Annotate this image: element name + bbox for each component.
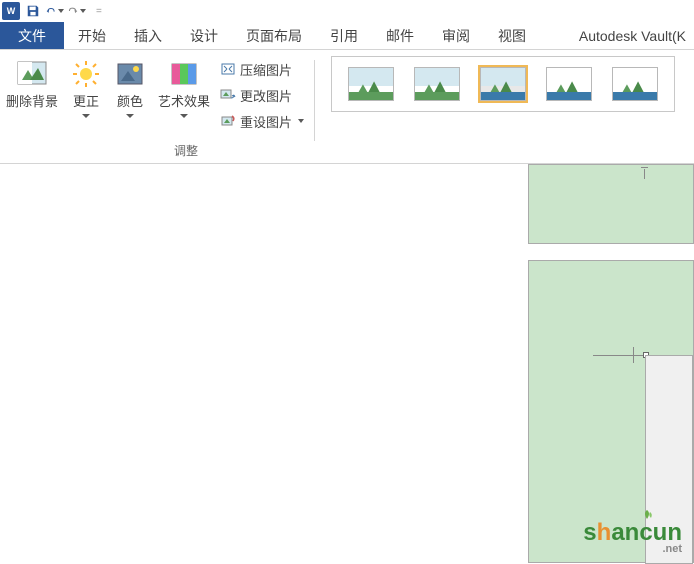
page-preview-main (528, 260, 694, 563)
tab-autodesk-vault[interactable]: Autodesk Vault(K (565, 22, 694, 49)
artistic-icon (168, 58, 200, 90)
ribbon-tabs: 文件 开始 插入 设计 页面布局 引用 邮件 审阅 视图 Autodesk Va… (0, 22, 694, 50)
ribbon-toolbar: 删除背景 更正 颜色 艺术效果 (0, 50, 694, 164)
chevron-down-icon (298, 119, 304, 123)
remove-background-button[interactable]: 删除背景 (0, 56, 64, 112)
inserted-image-placeholder[interactable] (645, 355, 693, 564)
tab-references[interactable]: 引用 (316, 22, 372, 49)
chevron-down-icon (126, 114, 134, 118)
tab-review[interactable]: 审阅 (428, 22, 484, 49)
compress-icon (220, 61, 236, 77)
tab-mailings[interactable]: 邮件 (372, 22, 428, 49)
remove-background-icon (16, 58, 48, 90)
tab-home[interactable]: 开始 (64, 22, 120, 49)
change-picture-button[interactable]: 更改图片 (220, 84, 304, 106)
picture-style-3[interactable] (480, 67, 526, 101)
picture-style-4[interactable] (546, 67, 592, 101)
adjust-group: 更正 颜色 艺术效果 压缩图片 (64, 56, 308, 163)
remove-background-label: 删除背景 (6, 94, 58, 110)
color-label: 颜色 (117, 94, 143, 110)
picture-style-2[interactable] (414, 67, 460, 101)
picture-style-1[interactable] (348, 67, 394, 101)
compress-label: 压缩图片 (240, 60, 292, 79)
save-icon[interactable] (24, 2, 42, 20)
artistic-label: 艺术效果 (158, 94, 210, 110)
tab-file[interactable]: 文件 (0, 22, 64, 49)
change-picture-icon (220, 87, 236, 103)
change-label: 更改图片 (240, 86, 292, 105)
compress-picture-button[interactable]: 压缩图片 (220, 58, 304, 80)
tab-design[interactable]: 设计 (176, 22, 232, 49)
adjust-group-label: 调整 (174, 142, 198, 163)
tab-insert[interactable]: 插入 (120, 22, 176, 49)
ruler-mark-icon (644, 169, 645, 179)
word-app-icon[interactable]: W (2, 2, 20, 20)
sun-icon (70, 58, 102, 90)
picture-styles-gallery (331, 56, 675, 112)
page-preview-top (528, 164, 694, 244)
corrections-label: 更正 (73, 94, 99, 110)
tab-layout[interactable]: 页面布局 (232, 22, 316, 49)
reset-label: 重设图片 (240, 112, 292, 131)
reset-picture-button[interactable]: 重设图片 (220, 110, 304, 132)
color-icon (114, 58, 146, 90)
chevron-down-icon (82, 114, 90, 118)
corrections-button[interactable]: 更正 (64, 56, 108, 120)
redo-icon[interactable] (68, 2, 86, 20)
chevron-down-icon (180, 114, 188, 118)
document-canvas[interactable] (0, 164, 694, 563)
qat-customize-icon[interactable]: = (96, 6, 102, 17)
tab-view[interactable]: 视图 (484, 22, 540, 49)
color-button[interactable]: 颜色 (108, 56, 152, 120)
picture-style-5[interactable] (612, 67, 658, 101)
reset-picture-icon (220, 113, 236, 129)
undo-icon[interactable] (46, 2, 64, 20)
artistic-effects-button[interactable]: 艺术效果 (152, 56, 216, 120)
quick-access-toolbar: W = (0, 0, 694, 22)
ribbon-separator (314, 60, 315, 141)
